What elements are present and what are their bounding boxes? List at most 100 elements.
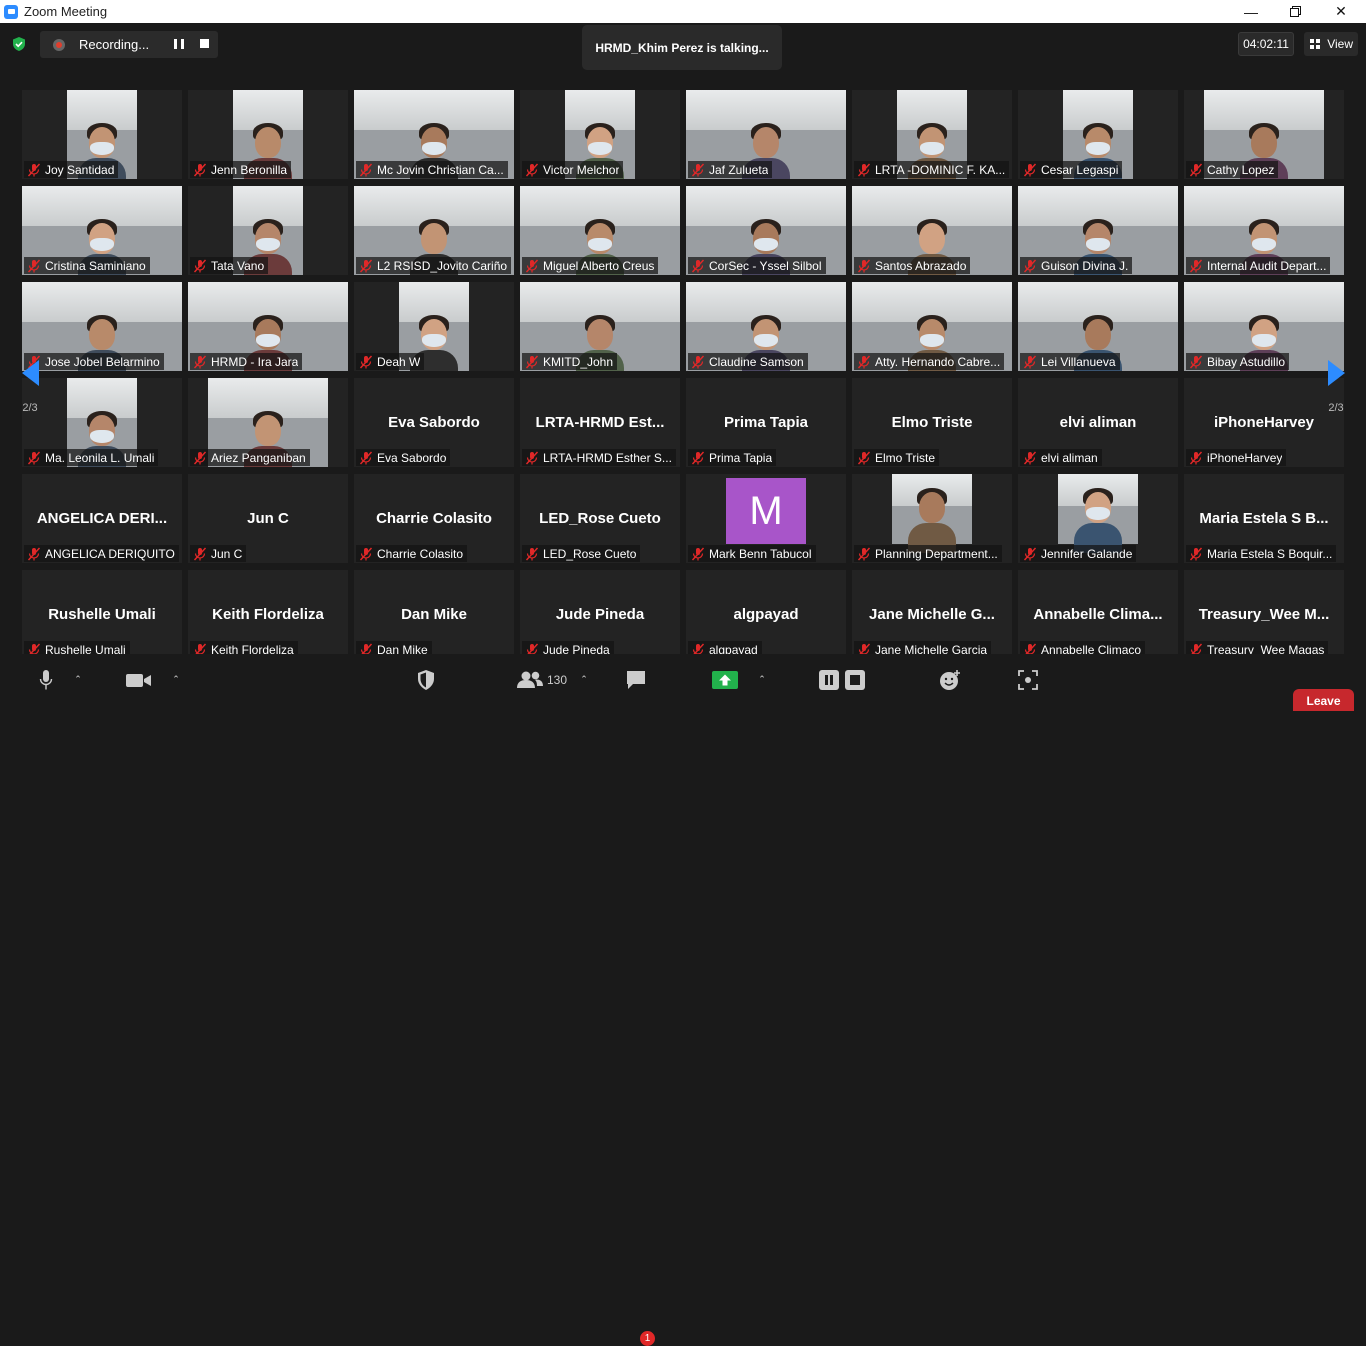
participant-tile[interactable]: M Mark Benn Tabucol: [686, 474, 846, 563]
pause-record-button[interactable]: [818, 654, 840, 705]
participant-tile[interactable]: ANGELICA DERI... ANGELICA DERIQUITO: [22, 474, 182, 563]
reactions-button[interactable]: [938, 654, 962, 705]
participant-tile[interactable]: Claudine Samson: [686, 282, 846, 371]
participant-tile[interactable]: Rushelle Umali Rushelle Umali: [22, 570, 182, 659]
participant-tile[interactable]: Santos Abrazado: [852, 186, 1012, 275]
participant-name-tag: Jenn Beronilla: [190, 161, 292, 178]
participant-tile[interactable]: Annabelle Clima... Annabelle Climaco: [1018, 570, 1178, 659]
participant-tile[interactable]: LRTA-HRMD Est... LRTA-HRMD Esther S...: [520, 378, 680, 467]
muted-microphone-icon: [1189, 546, 1203, 561]
participant-tile[interactable]: Ariez Panganiban: [188, 378, 348, 467]
participant-tile[interactable]: Joy Santidad: [22, 90, 182, 179]
zoom-app-icon: [4, 4, 18, 19]
participant-tile[interactable]: Cathy Lopez: [1184, 90, 1344, 179]
gallery-grid: Joy Santidad Jenn Beronilla Mc Jovin Chris…: [22, 90, 1346, 659]
participant-name: LED_Rose Cueto: [543, 546, 637, 561]
muted-microphone-icon: [1189, 354, 1203, 369]
video-options-caret[interactable]: ⌃: [170, 654, 182, 705]
participant-name-tag: Joy Santidad: [24, 161, 119, 178]
participant-name: LRTA -DOMINIC F. KA...: [875, 162, 1006, 177]
participant-name-tag: Cristina Saminiano: [24, 257, 150, 274]
share-options-caret[interactable]: ⌃: [756, 654, 768, 705]
participant-display-name: Jane Michelle G...: [869, 606, 995, 623]
previous-page-button[interactable]: 2/3: [12, 353, 48, 443]
recording-indicator-icon: [53, 38, 65, 51]
pause-recording-button[interactable]: [174, 39, 184, 49]
recording-label: Recording...: [79, 37, 150, 52]
muted-microphone-icon: [1189, 162, 1203, 177]
participant-name-tag: Guison Divina J.: [1020, 257, 1133, 274]
participant-tile[interactable]: Jane Michelle G... Jane Michelle Garcia: [852, 570, 1012, 659]
participant-tile[interactable]: Keith Flordeliza Keith Flordeliza: [188, 570, 348, 659]
participant-name: Victor Melchor: [543, 162, 620, 177]
participant-name: Claudine Samson: [709, 354, 804, 369]
participant-tile[interactable]: Jude Pineda Jude Pineda: [520, 570, 680, 659]
participant-tile[interactable]: Elmo Triste Elmo Triste: [852, 378, 1012, 467]
next-page-button[interactable]: 2/3: [1318, 353, 1354, 443]
participant-tile[interactable]: Atty. Hernando Cabre...: [852, 282, 1012, 371]
participant-tile[interactable]: Planning Department...: [852, 474, 1012, 563]
participant-name-tag: Claudine Samson: [688, 353, 808, 370]
participant-tile[interactable]: Victor Melchor: [520, 90, 680, 179]
participant-tile[interactable]: LRTA -DOMINIC F. KA...: [852, 90, 1012, 179]
muted-microphone-icon: [1023, 162, 1037, 177]
muted-microphone-icon: [359, 162, 373, 177]
participant-tile[interactable]: Mc Jovin Christian Ca...: [354, 90, 514, 179]
participant-name-tag: LED_Rose Cueto: [522, 545, 641, 562]
chat-button[interactable]: [624, 654, 648, 705]
participant-tile[interactable]: Dan Mike Dan Mike: [354, 570, 514, 659]
security-button[interactable]: [414, 654, 438, 705]
participant-tile[interactable]: HRMD - Ira Jara: [188, 282, 348, 371]
muted-microphone-icon: [525, 258, 539, 273]
participant-tile[interactable]: Lei Villanueva: [1018, 282, 1178, 371]
muted-microphone-icon: [691, 546, 705, 561]
participant-display-name: elvi aliman: [1059, 414, 1137, 431]
view-button[interactable]: View: [1304, 32, 1358, 56]
participant-tile[interactable]: Jenn Beronilla: [188, 90, 348, 179]
participant-name-tag: CorSec - Yssel Silbol: [688, 257, 826, 274]
participant-tile[interactable]: Jennifer Galande: [1018, 474, 1178, 563]
participants-options-caret[interactable]: ⌃: [578, 654, 590, 705]
minimize-button[interactable]: —: [1228, 0, 1274, 23]
participant-tile[interactable]: CorSec - Yssel Silbol: [686, 186, 846, 275]
participant-tile[interactable]: L2 RSISD_Jovito Cariño: [354, 186, 514, 275]
participant-display-name: Prima Tapia: [724, 414, 808, 431]
participant-tile[interactable]: Jun C Jun C: [188, 474, 348, 563]
stop-recording-button[interactable]: [200, 39, 209, 48]
participant-tile[interactable]: Cristina Saminiano: [22, 186, 182, 275]
participant-name: Elmo Triste: [875, 450, 936, 465]
participants-button[interactable]: 130: [517, 654, 567, 705]
unmute-button[interactable]: [36, 654, 56, 705]
leave-button[interactable]: Leave: [1293, 689, 1354, 711]
close-button[interactable]: ✕: [1318, 0, 1364, 23]
start-video-button[interactable]: [125, 654, 153, 705]
participant-tile[interactable]: Maria Estela S B... Maria Estela S Boquir…: [1184, 474, 1344, 563]
muted-microphone-icon: [691, 162, 705, 177]
participant-tile[interactable]: elvi aliman elvi aliman: [1018, 378, 1178, 467]
participant-name-tag: Jun C: [190, 545, 247, 562]
apps-button[interactable]: [1016, 654, 1040, 705]
participant-tile[interactable]: Tata Vano: [188, 186, 348, 275]
audio-options-caret[interactable]: ⌃: [72, 654, 84, 705]
participant-name: KMITD_John: [543, 354, 614, 369]
participant-display-name: ANGELICA DERI...: [36, 510, 168, 527]
participant-tile[interactable]: Cesar Legaspi: [1018, 90, 1178, 179]
participant-tile[interactable]: Charrie Colasito Charrie Colasito: [354, 474, 514, 563]
stop-record-button[interactable]: [844, 654, 866, 705]
participant-tile[interactable]: Internal Audit Depart...: [1184, 186, 1344, 275]
participant-tile[interactable]: Prima Tapia Prima Tapia: [686, 378, 846, 467]
participant-name: Eva Sabordo: [377, 450, 447, 465]
maximize-button[interactable]: [1272, 0, 1318, 23]
participant-tile[interactable]: KMITD_John: [520, 282, 680, 371]
participant-tile[interactable]: Treasury_Wee M... Treasury_Wee Magas: [1184, 570, 1344, 659]
encryption-shield-icon[interactable]: [11, 36, 27, 52]
share-screen-button[interactable]: [712, 654, 738, 705]
participant-tile[interactable]: Guison Divina J.: [1018, 186, 1178, 275]
participant-tile[interactable]: Eva Sabordo Eva Sabordo: [354, 378, 514, 467]
participant-tile[interactable]: Deah W: [354, 282, 514, 371]
participant-tile[interactable]: LED_Rose Cueto LED_Rose Cueto: [520, 474, 680, 563]
participant-tile[interactable]: Jaf Zulueta: [686, 90, 846, 179]
participant-tile[interactable]: algpayad algpayad: [686, 570, 846, 659]
participant-tile[interactable]: Miguel Alberto Creus: [520, 186, 680, 275]
muted-microphone-icon: [1023, 258, 1037, 273]
